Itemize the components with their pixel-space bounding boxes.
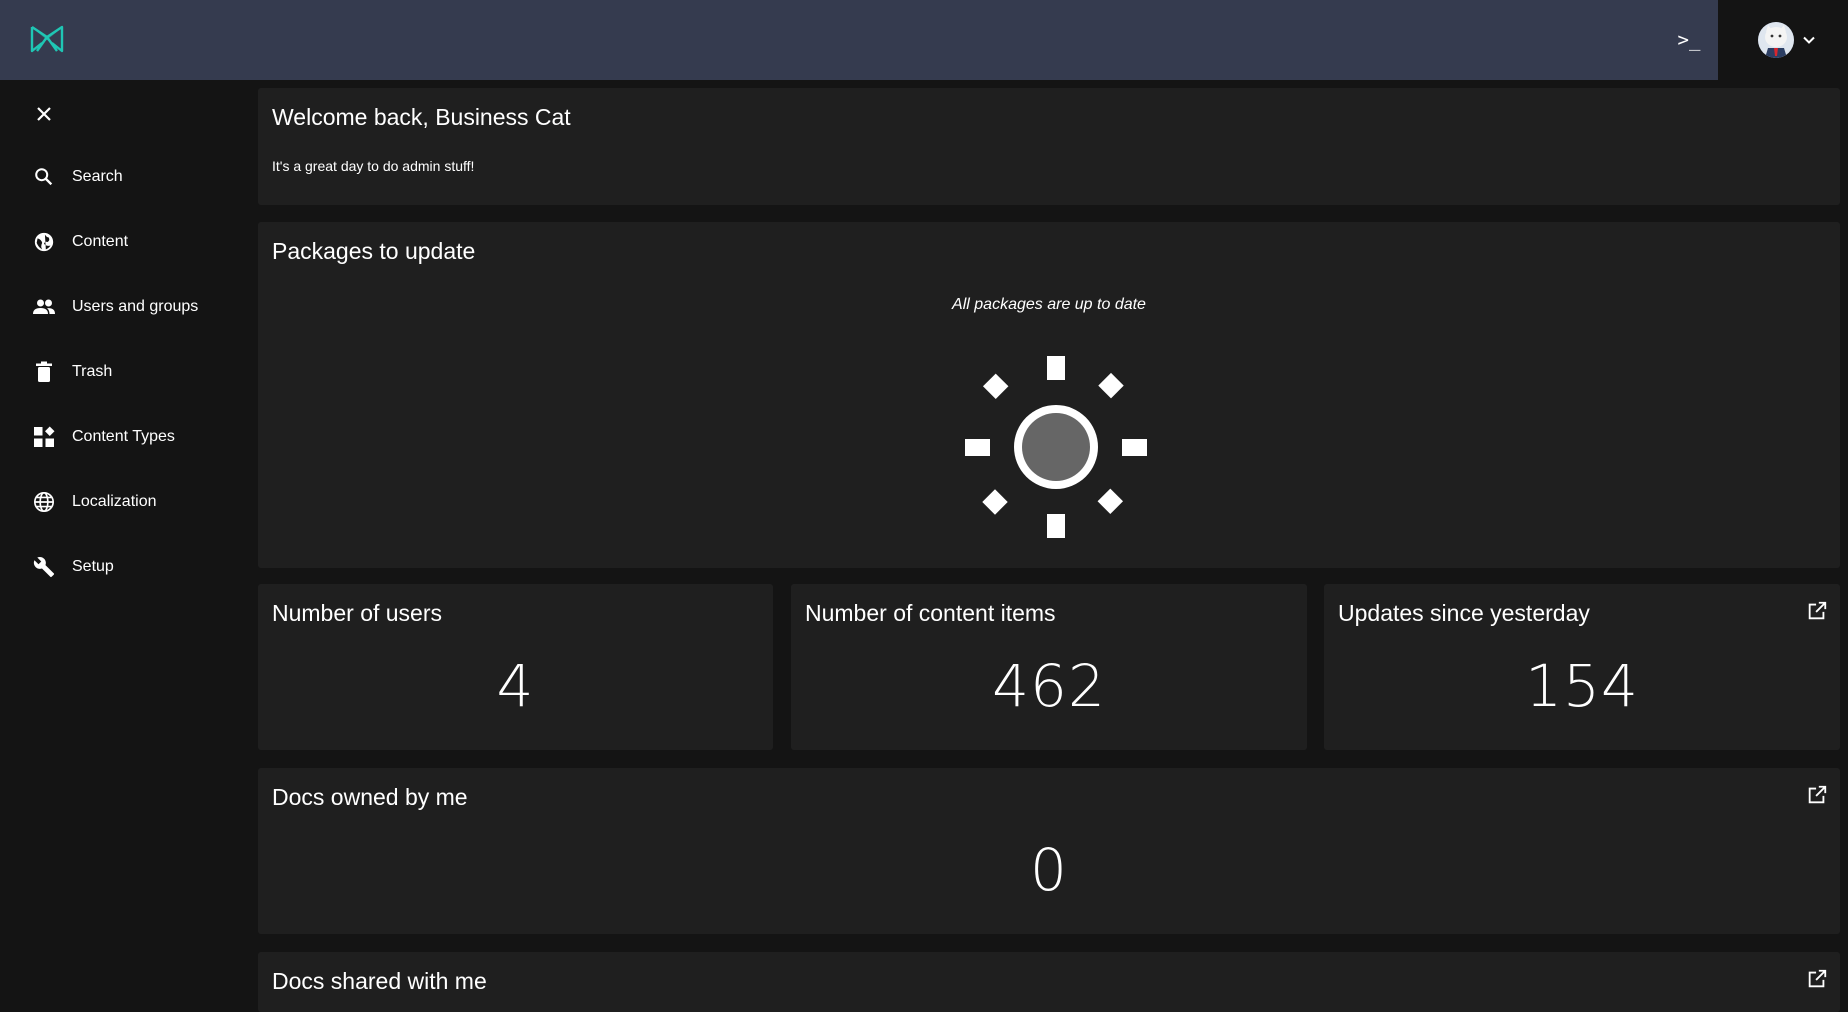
wrench-icon (32, 555, 56, 579)
updates-title: Updates since yesterday (1338, 600, 1590, 626)
avatar (1758, 22, 1794, 58)
app-logo-icon[interactable] (29, 21, 65, 57)
sidebar-item-label: Content Types (72, 428, 175, 445)
docs-shared-title: Docs shared with me (272, 968, 487, 994)
sidebar-item-search[interactable]: Search (0, 152, 250, 202)
sidebar-item-localization[interactable]: Localization (0, 477, 250, 527)
docs-owned-card: Docs owned by me 0 (258, 768, 1840, 934)
terminal-button[interactable]: >_ (1672, 25, 1706, 55)
sidebar-item-content[interactable]: Content (0, 217, 250, 267)
docs-owned-title: Docs owned by me (272, 784, 468, 810)
user-menu-button[interactable] (1718, 0, 1848, 80)
search-icon (32, 165, 56, 189)
content-items-value: 462 (992, 652, 1106, 720)
sidebar: Search Content Users and groups Trash Co… (0, 80, 250, 1009)
welcome-title: Welcome back, Business Cat (272, 104, 571, 130)
sun-icon (963, 354, 1149, 540)
trash-icon (32, 360, 56, 384)
welcome-subtitle: It's a great day to do admin stuff! (272, 158, 475, 174)
open-in-new-icon[interactable] (1806, 600, 1828, 622)
sidebar-item-content-types[interactable]: Content Types (0, 412, 250, 462)
sidebar-item-label: Search (72, 168, 123, 185)
packages-status: All packages are up to date (952, 296, 1146, 313)
welcome-card: Welcome back, Business Cat It's a great … (258, 88, 1840, 205)
chevron-down-icon (1802, 33, 1816, 47)
docs-owned-value: 0 (1030, 836, 1068, 904)
open-in-new-icon[interactable] (1806, 784, 1828, 806)
content-items-title: Number of content items (805, 600, 1056, 626)
sidebar-item-label: Users and groups (72, 298, 199, 315)
open-in-new-icon[interactable] (1806, 968, 1828, 990)
packages-card: Packages to update All packages are up t… (258, 222, 1840, 568)
docs-shared-card: Docs shared with me (258, 952, 1840, 1012)
updates-value: 154 (1525, 652, 1639, 720)
language-icon (32, 490, 56, 514)
sidebar-item-label: Trash (72, 363, 113, 380)
sidebar-item-label: Content (72, 233, 129, 250)
content-items-card: Number of content items 462 (791, 584, 1307, 750)
sidebar-item-trash[interactable]: Trash (0, 347, 250, 397)
users-count-value: 4 (496, 652, 535, 720)
sidebar-item-users-and-groups[interactable]: Users and groups (0, 282, 250, 332)
widgets-icon (32, 425, 56, 449)
close-icon[interactable] (32, 102, 56, 126)
users-count-card: Number of users 4 (258, 584, 773, 750)
updates-card: Updates since yesterday 154 (1324, 584, 1840, 750)
packages-title: Packages to update (272, 238, 476, 264)
people-icon (32, 295, 56, 319)
dashboard: Welcome back, Business Cat It's a great … (250, 80, 1848, 1012)
terminal-icon: >_ (1677, 29, 1701, 51)
sidebar-item-label: Localization (72, 493, 157, 510)
top-app-bar: >_ (0, 0, 1848, 80)
users-count-title: Number of users (272, 600, 443, 626)
sidebar-item-setup[interactable]: Setup (0, 542, 250, 592)
globe-icon (32, 230, 56, 254)
sidebar-item-label: Setup (72, 558, 114, 575)
